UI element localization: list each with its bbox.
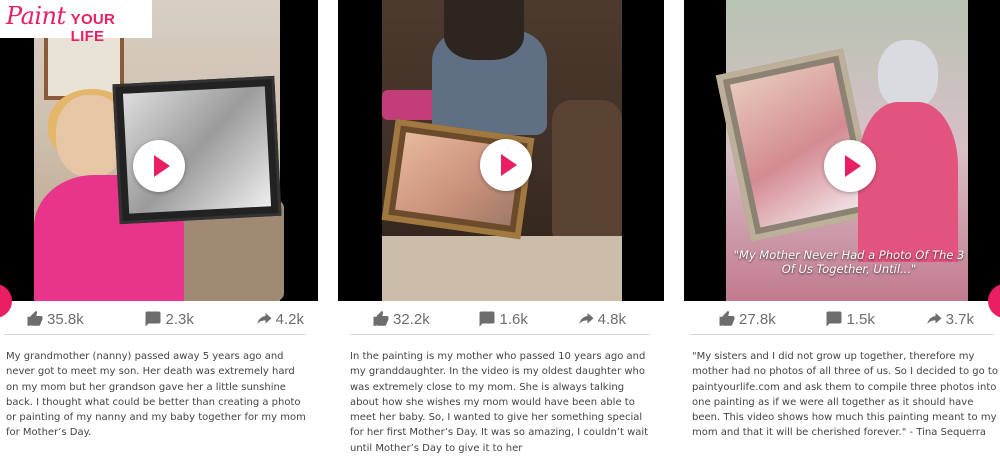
share-icon [926,313,942,325]
comment-icon [145,311,161,327]
share-stat[interactable]: 4.8k [577,310,626,328]
divider [350,334,650,335]
like-stat[interactable]: 27.8k [718,310,776,328]
share-icon [256,313,272,325]
paint-your-life-logo[interactable]: Paint YOUR LIFE [0,0,152,45]
comment-icon [826,311,842,327]
like-count: 35.8k [47,310,84,328]
comment-stat[interactable]: 2.3k [144,310,194,328]
thumbs-up-icon [373,310,389,326]
play-icon[interactable] [133,140,185,192]
video-caption: "My Mother Never Had a Photo Of The 3 Of… [733,248,965,276]
floor-shape [382,236,622,301]
share-count: 3.7k [945,310,974,328]
engagement-stats-1: 35.8k 2.3k 4.2k [26,307,304,331]
engagement-stats-3: 27.8k 1.5k 3.7k [718,307,974,331]
share-stat[interactable]: 4.2k [255,310,304,328]
testimonial-text-1: My grandmother (nanny) passed away 5 yea… [6,351,306,439]
comment-stat[interactable]: 1.6k [478,310,528,328]
testimonial-card-1: 35.8k 2.3k 4.2k My grandmother (nanny) p… [0,0,318,465]
like-count: 27.8k [739,310,776,328]
share-count: 4.8k [597,310,626,328]
comment-count: 1.5k [846,310,875,328]
logo-word-paint: Paint [6,2,66,30]
like-count: 32.2k [393,310,430,328]
elderly-woman-figure [858,40,958,262]
share-stat[interactable]: 3.7k [925,310,974,328]
testimonial-card-2: 32.2k 1.6k 4.8k In the painting is my mo… [338,0,664,465]
comment-count: 1.6k [499,310,528,328]
video-thumbnail-2[interactable] [338,0,664,301]
video-thumbnail-3[interactable]: "My Mother Never Had a Photo Of The 3 Of… [684,0,1000,301]
thumbs-up-icon [27,310,43,326]
testimonial-card-3: "My Mother Never Had a Photo Of The 3 Of… [684,0,1000,465]
logo-word-your-life: YOUR LIFE [70,11,116,45]
thumbs-up-icon [719,310,735,326]
share-count: 4.2k [275,310,304,328]
comment-count: 2.3k [165,310,194,328]
play-icon[interactable] [824,140,876,192]
like-stat[interactable]: 32.2k [372,310,430,328]
girl-head-shape [444,0,524,60]
share-icon [578,313,594,325]
comment-stat[interactable]: 1.5k [825,310,875,328]
divider [690,334,994,335]
video-thumbnail-1[interactable] [0,0,318,301]
comment-icon [479,311,495,327]
testimonial-text-2: In the painting is my mother who passed … [350,351,649,454]
engagement-stats-2: 32.2k 1.6k 4.8k [372,307,626,331]
chair-shape [552,100,622,250]
divider [4,334,306,335]
testimonial-text-3: "My sisters and I did not grow up togeth… [692,351,998,439]
play-icon[interactable] [480,139,532,191]
like-stat[interactable]: 35.8k [26,310,84,328]
